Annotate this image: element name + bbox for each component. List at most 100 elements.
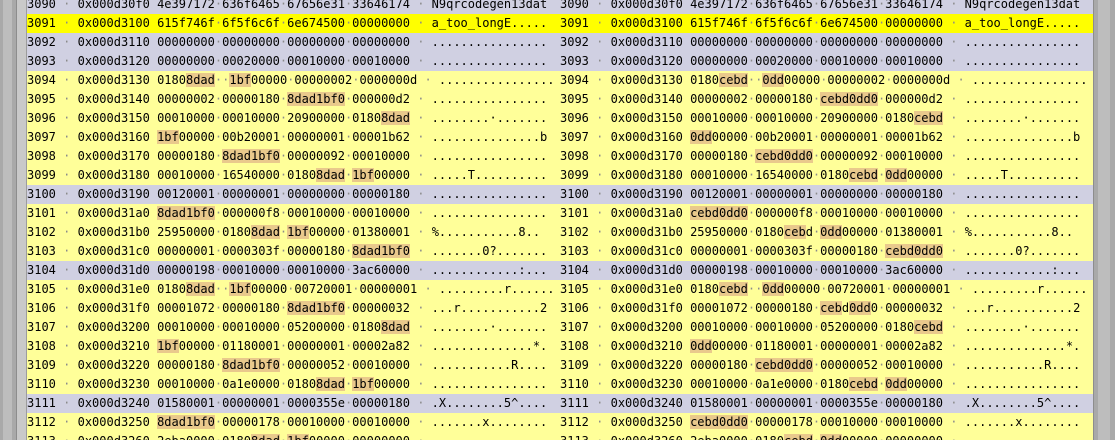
diff-bytes: cebd [784, 434, 813, 440]
ascii-column: .X........5^.... [964, 396, 1081, 410]
hex-row[interactable]: 3110 · 0x000d3230 00010000·0a1e0000·0180… [560, 375, 1093, 394]
hex-row[interactable]: 3109 · 0x000d3220 00000180·cebd0dd0·0000… [560, 356, 1093, 375]
hex-row[interactable]: 3101 · 0x000d31a0 cebd0dd0·000000f8·0001… [560, 204, 1093, 223]
hex-row[interactable]: 3103 · 0x000d31c0 00000001·0000303f·0000… [560, 242, 1093, 261]
address: 0x000d3110 [77, 35, 150, 49]
left-overview-gutter[interactable] [0, 0, 17, 440]
hex-row[interactable]: 3105 · 0x000d31e0 01808dad··1bf00000·007… [27, 280, 560, 299]
separator-dot: · [56, 434, 78, 440]
line-number: 3102 [27, 225, 56, 239]
hex-row[interactable]: 3107 · 0x000d3200 00010000·00010000·0520… [27, 318, 560, 337]
address: 0x000d3100 [610, 16, 683, 30]
hex-bytes: 00000180 [222, 301, 280, 315]
left-hex-pane[interactable]: 3090 · 0x000d30f0 4e397172 · 636f6465 · 6765… [27, 0, 560, 440]
diff-bytes: 8dad [185, 282, 215, 296]
hex-row[interactable]: 3102 · 0x000d31b0 25950000·0180cebd·0dd0… [560, 223, 1093, 242]
separator-dot: · [588, 92, 611, 106]
hex-bytes: 636f6465 [755, 0, 813, 11]
hex-row[interactable]: 3104 · 0x000d31d0 00000198·00010000·0001… [27, 261, 560, 280]
hex-bytes: 0180 [820, 168, 850, 182]
hex-row[interactable]: 3112 · 0x000d3250 8dad1bf0·00000178·0001… [27, 413, 560, 432]
diff-bytes: 1bf [352, 168, 374, 182]
hex-row[interactable]: 3104 · 0x000d31d0 00000198·00010000·0001… [560, 261, 1093, 280]
hex-row[interactable]: 3091 · 0x000d3100 615f746f·6f5f6c6f·6e67… [27, 14, 560, 33]
hex-row[interactable]: 3090 · 0x000d30f0 4e397172·636f6465·6765… [560, 0, 1093, 14]
hex-row[interactable]: 3099 · 0x000d3180 00010000·16540000·0180… [560, 166, 1093, 185]
hex-bytes: 00000180 [352, 396, 410, 410]
address: 0x000d3260 [78, 434, 150, 440]
hex-row[interactable]: 3099 · 0x000d3180 00010000·16540000·0180… [27, 166, 560, 185]
separator-dot: · [409, 206, 432, 220]
hex-row[interactable]: 3098 · 0x000d3170 00000180·8dad1bf0·0000… [27, 147, 560, 166]
hex-row[interactable]: 3111 · 0x000d3240 01580001·00000001·0000… [27, 394, 560, 413]
separator-dot [150, 320, 157, 334]
hex-row[interactable]: 3097 · 0x000d3160 0dd00000·00b20001·0000… [560, 128, 1093, 147]
hex-row[interactable]: 3109 · 0x000d3220 00000180·8dad1bf0·0000… [27, 356, 560, 375]
diff-bytes: ceb [820, 301, 842, 315]
hex-row[interactable]: 3094 · 0x000d3130 01808dad··1bf00000·000… [27, 71, 560, 90]
hex-row[interactable]: 3096 · 0x000d3150 00010000·00010000·2090… [27, 109, 560, 128]
hex-bytes: 00000 [251, 282, 288, 296]
hex-bytes: 00000002 [827, 73, 886, 87]
hex-bytes: 00001b62 [885, 130, 943, 144]
hex-row[interactable]: 3102 · 0x000d31b0 25950000·01808dad·1bf0… [27, 223, 560, 242]
hex-row[interactable]: 3098 · 0x000d3170 00000180·cebd0dd0·0000… [560, 147, 1093, 166]
hex-bytes: d [805, 225, 813, 239]
hex-row[interactable]: 3093 · 0x000d3120 00000000·00020000·0001… [560, 52, 1093, 71]
hex-row[interactable]: 3092 · 0x000d3110 00000000·00000000·0000… [27, 33, 560, 52]
hex-row[interactable]: 3113 · 0x000d3260 2eba0000·01808dad·1bf0… [27, 432, 560, 440]
separator-dot: · [942, 111, 965, 125]
separator-dot: · [409, 339, 432, 353]
hex-row[interactable]: 3101 · 0x000d31a0 8dad1bf0·000000f8·0001… [27, 204, 560, 223]
hex-row[interactable]: 3091 · 0x000d3100 615f746f·6f5f6c6f·6e67… [560, 14, 1093, 33]
separator-dot [150, 168, 157, 182]
separator-dot: · [588, 301, 611, 315]
hex-row[interactable]: 3108 · 0x000d3210 0dd00000·01180001·0000… [560, 337, 1093, 356]
hex-row[interactable]: 3090 · 0x000d30f0 4e397172·636f6465·6765… [27, 0, 560, 14]
hex-row[interactable]: 3113 · 0x000d3260 2eba0000·0180cebd·0dd0… [560, 432, 1093, 440]
hex-bytes: 0180 [755, 434, 784, 440]
separator-dot [150, 54, 157, 68]
hex-row[interactable]: 3106 · 0x000d31f0 00001072·00000180·8dad… [27, 299, 560, 318]
hex-row[interactable]: 3107 · 0x000d3200 00010000·00010000·0520… [560, 318, 1093, 337]
hex-row[interactable]: 3110 · 0x000d3230 00010000·0a1e0000·0180… [27, 375, 560, 394]
hex-bytes: 00000000 [352, 35, 410, 49]
right-hex-pane[interactable]: 3090 · 0x000d30f0 4e397172 · 636f6465 · 6765… [560, 0, 1093, 440]
hex-bytes: 00000001 [287, 339, 345, 353]
hex-row[interactable]: 3100 · 0x000d3190 00120001·00000001·0000… [560, 185, 1093, 204]
separator-dot [683, 0, 690, 11]
hex-bytes: 00000000 [157, 35, 215, 49]
line-number: 3109 [27, 358, 56, 372]
hex-bytes: 00000 [842, 434, 878, 440]
diff-bytes: 1bf [157, 130, 179, 144]
address: 0x000d30f0 [77, 0, 150, 11]
hex-row[interactable]: 3103 · 0x000d31c0 00000001·0000303f·0000… [27, 242, 560, 261]
separator-dot [683, 54, 690, 68]
separator-dot: · [588, 263, 611, 277]
hex-row[interactable]: 3108 · 0x000d3210 1bf00000·01180001·0000… [27, 337, 560, 356]
separator-dot: · [588, 206, 611, 220]
hex-row[interactable]: 3095 · 0x000d3140 00000002·00000180·8dad… [27, 90, 560, 109]
diff-bytes: 0dd [762, 73, 785, 87]
hex-row[interactable]: 3112 · 0x000d3250 cebd0dd0·00000178·0001… [560, 413, 1093, 432]
hex-row[interactable]: 3092 · 0x000d3110 00000000·00000000·0000… [560, 33, 1093, 52]
separator-dot: · [55, 244, 78, 258]
hex-row[interactable]: 3095 · 0x000d3140 00000002·00000180·cebd… [560, 90, 1093, 109]
hex-row[interactable]: 3094 · 0x000d3130 0180cebd··0dd00000·000… [560, 71, 1093, 90]
ascii-column: ................ [971, 73, 1088, 87]
line-number: 3090 [27, 0, 56, 11]
vertical-scrollbar[interactable] [1093, 0, 1115, 440]
hex-bytes: 00b20001 [222, 130, 280, 144]
hex-row[interactable]: 3111 · 0x000d3240 01580001·00000001·0000… [560, 394, 1093, 413]
hex-row[interactable]: 3106 · 0x000d31f0 00001072·00000180·cebd… [560, 299, 1093, 318]
hex-row[interactable]: 3097 · 0x000d3160 1bf00000·00b20001·0000… [27, 128, 560, 147]
hex-row[interactable]: 3093 · 0x000d3120 00000000·00020000·0001… [27, 52, 560, 71]
hex-row[interactable]: 3100 · 0x000d3190 00120001·00000001·0000… [27, 185, 560, 204]
address: 0x000d3120 [77, 54, 150, 68]
hex-row[interactable]: 3096 · 0x000d3150 00010000·00010000·2090… [560, 109, 1093, 128]
hex-row[interactable]: 3105 · 0x000d31e0 0180cebd··0dd00000·007… [560, 280, 1093, 299]
hex-bytes: 00000 [711, 339, 748, 353]
separator-dot: · [943, 434, 965, 440]
line-number: 3112 [27, 415, 56, 429]
address: 0x000d3210 [77, 339, 150, 353]
